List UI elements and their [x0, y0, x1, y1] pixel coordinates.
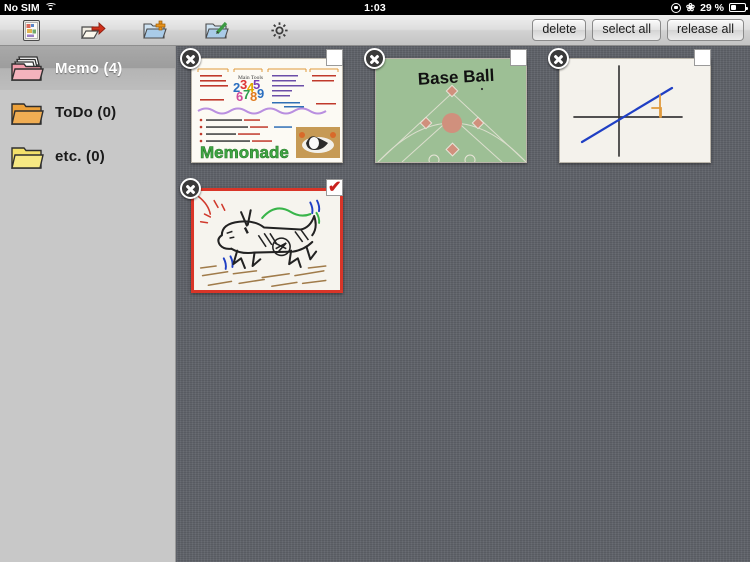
add-folder-icon[interactable] — [142, 20, 168, 40]
folder-memo-icon — [10, 55, 44, 82]
clock-label: 1:03 — [364, 1, 386, 14]
edit-folder-button[interactable] — [186, 20, 248, 40]
memo-delete-button[interactable] — [548, 48, 569, 69]
memo-thumbnail-dog[interactable] — [191, 188, 343, 293]
memo-title-text: Base Ball — [417, 66, 494, 89]
memo-thumbnail-baseball[interactable]: Base Ball — [375, 58, 527, 163]
bluetooth-icon: ❀ — [685, 1, 696, 14]
memo-checkbox[interactable] — [694, 49, 711, 66]
memo-checkbox[interactable] — [326, 177, 343, 197]
memo-cell: Main Tools 23 45 67 89 Memonade — [177, 46, 347, 176]
export-button[interactable] — [62, 20, 124, 40]
status-bar: No SIM 1:03 ❀ 29 % — [0, 0, 750, 15]
settings-button[interactable] — [248, 21, 310, 40]
folder-etc-icon — [10, 143, 44, 170]
sidebar-item-todo[interactable]: ToDo (0) — [0, 90, 175, 134]
toolbar-actions: delete select all release all — [532, 19, 744, 41]
rotation-lock-icon — [670, 2, 681, 13]
add-folder-button[interactable] — [124, 20, 186, 40]
memo-thumbnail-memonade[interactable]: Main Tools 23 45 67 89 Memonade — [191, 58, 343, 163]
export-icon[interactable] — [80, 20, 106, 40]
memo-cell: Base Ball — [361, 46, 531, 176]
memo-list-icon[interactable] — [22, 19, 40, 41]
memo-delete-button[interactable] — [364, 48, 385, 69]
status-bar-right: ❀ 29 % — [670, 1, 748, 14]
memo-checkbox[interactable] — [326, 49, 343, 66]
memo-grid: Main Tools 23 45 67 89 Memonade Base Bal… — [177, 46, 750, 293]
battery-percent-label: 29 % — [700, 1, 724, 14]
sidebar-item-label: Memo (4) — [55, 59, 123, 77]
memo-delete-button[interactable] — [180, 48, 201, 69]
memo-preview-dog — [194, 191, 340, 290]
memo-preview-baseball: Base Ball — [376, 59, 526, 162]
edit-folder-icon[interactable] — [204, 20, 230, 40]
folder-todo-icon — [10, 99, 44, 126]
svg-text:9: 9 — [257, 86, 264, 101]
memo-cell — [545, 46, 715, 176]
toolbar: delete select all release all — [0, 15, 750, 46]
memo-list-button[interactable] — [0, 19, 62, 41]
memo-preview-memonade: Main Tools 23 45 67 89 Memonade — [192, 59, 342, 162]
memo-grid-area: Main Tools 23 45 67 89 Memonade Base Bal… — [177, 46, 750, 562]
app-window: No SIM 1:03 ❀ 29 % delete select all rel… — [0, 0, 750, 562]
memo-checkbox[interactable] — [510, 49, 527, 66]
memo-title-text: Memonade — [200, 143, 289, 162]
memo-delete-button[interactable] — [180, 178, 201, 199]
memo-cell — [177, 176, 347, 306]
delete-button[interactable]: delete — [532, 19, 587, 41]
battery-icon — [729, 3, 748, 12]
gear-icon[interactable] — [270, 21, 289, 40]
sidebar-item-label: etc. (0) — [55, 147, 105, 165]
memo-thumbnail-graph[interactable] — [559, 58, 711, 163]
memo-preview-graph — [560, 59, 710, 162]
sidebar-item-etc[interactable]: etc. (0) — [0, 134, 175, 178]
sidebar-item-memo[interactable]: Memo (4) — [0, 46, 175, 90]
select-all-button[interactable]: select all — [592, 19, 662, 41]
toolbar-icons — [0, 19, 310, 41]
sidebar-item-label: ToDo (0) — [55, 103, 117, 121]
sidebar: Memo (4) ToDo (0) etc. (0) — [0, 46, 176, 562]
release-all-button[interactable]: release all — [667, 19, 744, 41]
